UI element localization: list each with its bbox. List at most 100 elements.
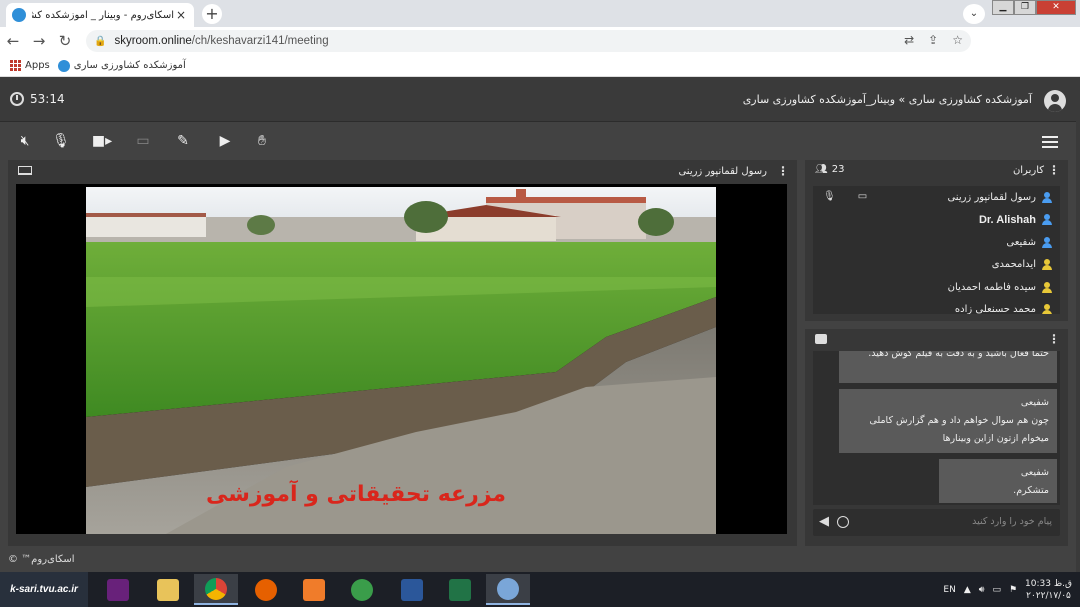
user-person-icon: [1042, 281, 1052, 293]
tab-search-button[interactable]: ⌄: [963, 4, 985, 24]
network-icon[interactable]: ▭: [992, 585, 1001, 595]
users-group-icon: 👥︎: [815, 164, 828, 175]
microphone-off-icon[interactable]: 🎙︎: [50, 131, 72, 151]
raise-hand-icon[interactable]: ✋︎: [251, 131, 273, 151]
close-window-button[interactable]: ✕: [1036, 0, 1076, 15]
hamburger-menu-icon[interactable]: [1042, 136, 1058, 151]
user-row[interactable]: ایدامحمدی: [813, 254, 1060, 277]
user-row[interactable]: Dr. Alishah: [813, 209, 1060, 232]
screen-share-icon[interactable]: ▭: [132, 131, 154, 151]
system-tray: EN ▲ 🔊︎ ▭ ⚑ ق.ظ 10:33 ۲۰۲۲/۱۷/۰۵: [943, 572, 1072, 607]
windows-taskbar: k-sari.tvu.ac.ir EN ▲ 🔊︎ ▭ ⚑ ق.ظ 10:33 ۲…: [0, 572, 1080, 607]
send-icon[interactable]: ◀: [819, 514, 829, 529]
restore-window-button[interactable]: ❐: [1014, 0, 1036, 15]
app-icon: [303, 578, 325, 601]
speaker-muted-icon[interactable]: 🔇︎: [14, 131, 36, 151]
browser-tab[interactable]: اسکای‌روم - وبینار _ آموزشکده کشاورزی ×: [6, 3, 194, 27]
user-mic-icon[interactable]: 🎙︎: [823, 191, 836, 202]
app-header: 53:14 آموزشکده کشاورزی ساری » وبینار_آمو…: [0, 78, 1076, 122]
meeting-toolbar: 🔇︎ 🎙︎ ■▸ ▭ ✎ ▶ ✋︎: [0, 123, 1076, 159]
taskbar-file-explorer[interactable]: [146, 574, 190, 605]
users-panel-menu-icon[interactable]: ⋮: [1048, 163, 1060, 177]
taskbar-clock[interactable]: ق.ظ 10:33 ۲۰۲۲/۱۷/۰۵: [1025, 578, 1072, 602]
copyright-text: اسکای‌روم™ ©: [8, 554, 75, 565]
taskbar-excel[interactable]: [438, 574, 482, 605]
chat-messages[interactable]: حتما فعال باشید و به دقت به فیلم گوش دهی…: [813, 351, 1060, 505]
chat-message: حتما فعال باشید و به دقت به فیلم گوش دهی…: [839, 351, 1057, 383]
new-tab-button[interactable]: +: [202, 4, 222, 24]
breadcrumb: آموزشکده کشاورزی ساری » وبینار_آموزشکده …: [742, 93, 1032, 106]
taskbar-powerpoint-app[interactable]: [292, 574, 336, 605]
chrome-icon: [205, 577, 227, 600]
chat-input[interactable]: ◀ پیام خود را وارد کنید: [813, 509, 1060, 536]
apps-grid-icon: [10, 60, 21, 71]
video-panel: رسول لقمانپور زرینی ⋮ مزرعه تحقیقاتی و آ…: [8, 160, 797, 546]
taskbar-paint[interactable]: [486, 574, 530, 605]
user-person-icon: [1042, 191, 1052, 203]
emoji-icon[interactable]: [837, 516, 849, 528]
skyroom-app: 53:14 آموزشکده کشاورزی ساری » وبینار_آمو…: [0, 78, 1076, 572]
visual-studio-icon: [107, 578, 129, 601]
video-caption: مزرعه تحقیقاتی و آموزشی: [206, 482, 507, 507]
tray-expand-icon[interactable]: ▲: [964, 585, 971, 595]
users-list: 🎙︎ ▭ رسول لقمانپور زرینی Dr. Alishah شفیع…: [813, 186, 1060, 314]
action-center-icon[interactable]: ⚑: [1009, 585, 1017, 595]
language-indicator[interactable]: EN: [943, 585, 955, 595]
word-icon: [401, 578, 423, 601]
minimize-window-button[interactable]: ▁: [992, 0, 1014, 15]
reload-icon[interactable]: ↻: [52, 32, 78, 50]
session-timer: 53:14: [10, 92, 65, 106]
folder-icon: [157, 578, 179, 601]
users-panel: 👥︎ 23 کاربران ⋮ 🎙︎ ▭ رسول لقمانپور زرینی …: [805, 160, 1068, 321]
chat-message: شفیعی متشکرم.: [939, 459, 1057, 503]
bookmark-favicon-icon: [57, 59, 70, 72]
bookmarks-bar: Apps آموزشکده کشاورزی ساری: [0, 55, 1080, 77]
lock-icon: 🔒: [94, 35, 107, 47]
user-person-icon: [1042, 304, 1052, 314]
forward-arrow-icon[interactable]: →: [26, 32, 52, 50]
share-icon[interactable]: ⇪: [928, 33, 938, 47]
paint-icon: [497, 577, 519, 600]
volume-icon[interactable]: 🔊︎: [979, 585, 985, 595]
whiteboard-brush-icon[interactable]: ✎: [172, 131, 194, 151]
user-person-icon: [1042, 214, 1052, 226]
user-row[interactable]: شفیعی: [813, 231, 1060, 254]
browser-tab-strip: اسکای‌روم - وبینار _ آموزشکده کشاورزی × …: [0, 0, 1080, 27]
user-account-icon[interactable]: [1044, 90, 1066, 112]
chat-input-placeholder: پیام خود را وارد کنید: [972, 516, 1052, 527]
user-row[interactable]: سیده فاطمه احمدیان: [813, 276, 1060, 299]
video-panel-header: رسول لقمانپور زرینی ⋮: [8, 160, 797, 182]
video-panel-menu-icon[interactable]: ⋮: [777, 164, 789, 178]
taskbar-visual-studio[interactable]: [96, 574, 140, 605]
user-row[interactable]: محمد حسنعلی زاده: [813, 299, 1060, 314]
excel-icon: [449, 578, 471, 601]
bookmark-item[interactable]: آموزشکده کشاورزی ساری: [57, 59, 186, 72]
taskbar-word[interactable]: [390, 574, 434, 605]
user-screen-icon[interactable]: ▭: [858, 191, 867, 202]
chat-panel: ⋮ حتما فعال باشید و به دقت به فیلم گوش د…: [805, 329, 1068, 546]
camera-icon[interactable]: ■▸: [91, 131, 113, 151]
chat-bubble-icon: [815, 334, 827, 344]
users-panel-title: کاربران: [1012, 165, 1044, 176]
taskbar-globe-app[interactable]: [340, 574, 384, 605]
back-arrow-icon[interactable]: ←: [0, 32, 26, 50]
translate-icon[interactable]: ⇄: [904, 33, 914, 47]
site-logo: k-sari.tvu.ac.ir: [0, 572, 88, 607]
screen-icon: [18, 166, 32, 175]
media-player-icon[interactable]: ▶: [214, 131, 236, 151]
users-panel-header: 👥︎ 23 کاربران ⋮: [805, 160, 1068, 182]
bookmark-star-icon[interactable]: ☆: [952, 33, 963, 47]
user-person-icon: [1042, 259, 1052, 271]
address-bar[interactable]: 🔒 skyroom.online/ch/keshavarzi141/meetin…: [86, 30, 971, 52]
tab-title: اسکای‌روم - وبینار _ آموزشکده کشاورزی: [32, 9, 174, 21]
user-row[interactable]: 🎙︎ ▭ رسول لقمانپور زرینی: [813, 186, 1060, 209]
taskbar-firefox[interactable]: [244, 574, 288, 605]
bookmark-apps[interactable]: Apps: [10, 60, 50, 71]
chat-panel-header: ⋮: [805, 329, 1068, 351]
video-stream[interactable]: مزرعه تحقیقاتی و آموزشی: [16, 184, 787, 534]
chat-panel-menu-icon[interactable]: ⋮: [1048, 332, 1060, 346]
firefox-icon: [255, 578, 277, 601]
clock-icon: [10, 92, 24, 106]
taskbar-chrome[interactable]: [194, 574, 238, 605]
tab-close-icon[interactable]: ×: [174, 8, 188, 22]
